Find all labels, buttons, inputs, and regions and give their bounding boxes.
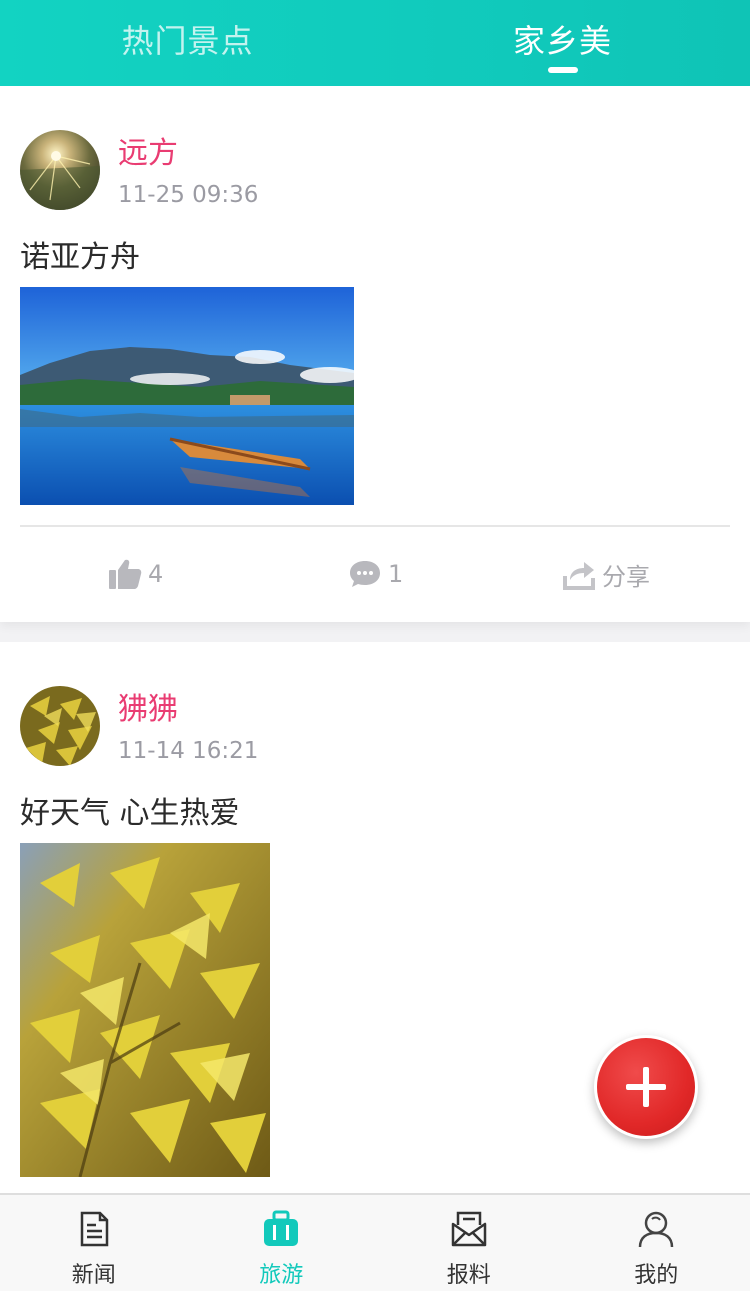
top-tab-bar: 热门景点 家乡美 — [0, 0, 750, 86]
document-icon — [80, 1211, 108, 1247]
share-label: 分享 — [602, 562, 650, 591]
avatar[interactable] — [20, 130, 100, 210]
comment-icon — [350, 561, 380, 587]
nav-item-report[interactable]: 报料 — [375, 1195, 563, 1291]
author-name[interactable]: 狒狒 — [118, 684, 178, 728]
tab-label: 热门景点 — [121, 22, 254, 60]
post-card: 远方 11-25 09:36 诺亚方舟 4 1 分享 — [0, 86, 750, 622]
share-icon — [563, 562, 595, 590]
plus-icon — [626, 1067, 666, 1107]
add-button-circle — [597, 1038, 695, 1136]
thumbs-up-icon — [109, 559, 142, 589]
user-icon — [639, 1211, 674, 1248]
tab-hot-spots[interactable]: 热门景点 — [0, 0, 375, 86]
bottom-nav: 新闻 旅游 报料 我的 — [0, 1193, 750, 1291]
share-button[interactable]: 分享 — [562, 544, 650, 604]
nav-item-travel[interactable]: 旅游 — [188, 1195, 376, 1291]
nav-label: 旅游 — [259, 1263, 304, 1288]
nav-label: 新闻 — [71, 1263, 116, 1288]
app-root: 热门景点 家乡美 远方 11-25 09:36 诺亚方舟 4 1 分享 狒狒 1… — [0, 0, 750, 1291]
add-post-button[interactable] — [594, 1035, 698, 1139]
author-name[interactable]: 远方 — [118, 128, 178, 172]
post-time: 11-14 16:21 — [118, 738, 259, 764]
active-tab-indicator — [547, 67, 578, 73]
avatar[interactable] — [20, 686, 100, 766]
nav-item-mine[interactable]: 我的 — [563, 1195, 750, 1291]
like-count: 4 — [148, 560, 164, 588]
comment-button[interactable]: 1 — [348, 544, 403, 604]
post-text: 诺亚方舟 — [20, 240, 140, 275]
comment-count: 1 — [388, 560, 404, 588]
like-button[interactable]: 4 — [108, 544, 163, 604]
lake-mountain-boat-photo[interactable] — [20, 287, 354, 505]
post-time: 11-25 09:36 — [118, 182, 259, 208]
nav-item-news[interactable]: 新闻 — [0, 1195, 188, 1291]
post-text: 好天气 心生热爱 — [20, 796, 240, 831]
nav-label: 我的 — [634, 1263, 679, 1288]
nav-label: 报料 — [446, 1263, 491, 1288]
post-feed[interactable]: 远方 11-25 09:36 诺亚方舟 4 1 分享 狒狒 11-14 16:2… — [0, 86, 750, 1193]
mail-icon — [451, 1211, 486, 1247]
post-actions: 4 1 分享 — [0, 544, 750, 604]
suitcase-icon — [264, 1210, 299, 1246]
tab-label: 家乡美 — [512, 22, 612, 60]
ginkgo-leaves-photo[interactable] — [20, 843, 270, 1177]
tab-hometown[interactable]: 家乡美 — [375, 0, 750, 86]
divider — [20, 525, 730, 527]
